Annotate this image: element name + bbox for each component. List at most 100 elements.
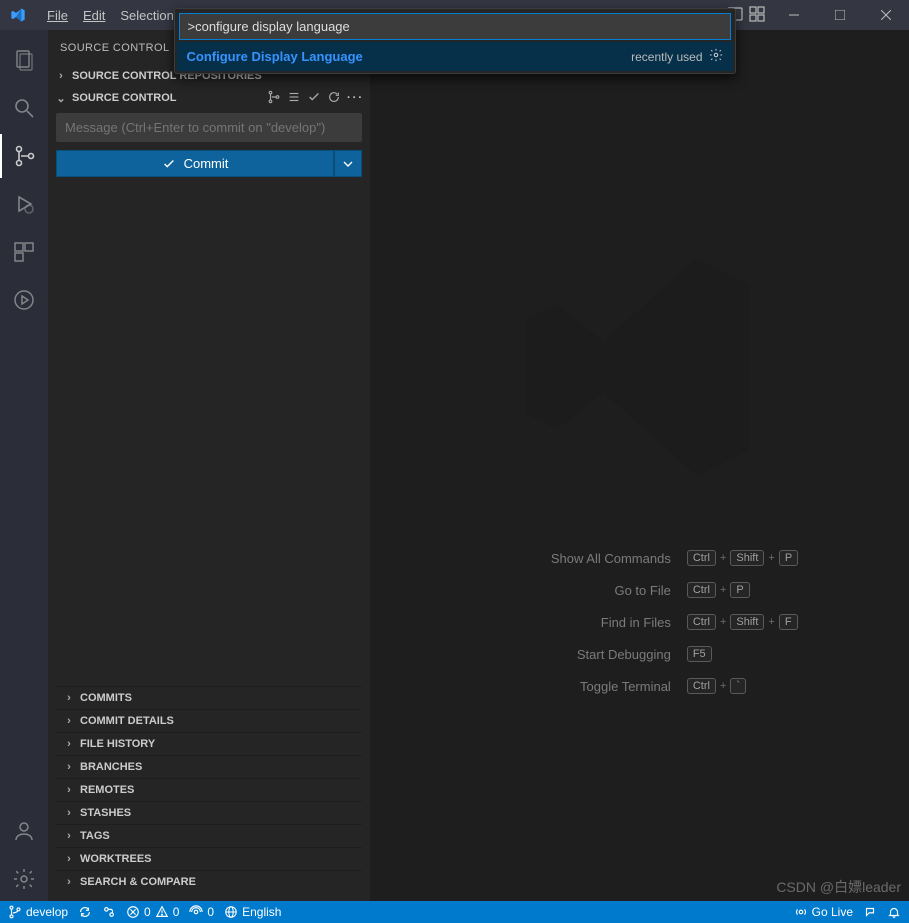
- activity-search[interactable]: [0, 86, 48, 130]
- activity-settings[interactable]: [0, 857, 48, 901]
- section-tags[interactable]: ›TAGS: [56, 824, 362, 847]
- help-row: Toggle Terminal Ctrl+`: [481, 678, 798, 694]
- help-row: Show All Commands Ctrl+Shift+P: [481, 550, 798, 566]
- status-error-count: 0: [144, 905, 151, 919]
- status-bell-icon[interactable]: [887, 905, 901, 919]
- refresh-icon[interactable]: [327, 90, 341, 107]
- view-as-tree-icon[interactable]: [267, 90, 281, 107]
- palette-result-meta: recently used: [631, 50, 702, 64]
- help-label: Go to File: [481, 583, 671, 598]
- command-palette-row[interactable]: Configure Display Language recently used: [177, 42, 733, 71]
- chevron-right-icon: ›: [62, 738, 76, 750]
- section-search-compare[interactable]: ›SEARCH & COMPARE: [56, 870, 362, 893]
- minimize-button[interactable]: [771, 0, 817, 30]
- help-label: Start Debugging: [481, 647, 671, 662]
- chevron-right-icon: ›: [62, 830, 76, 842]
- status-branch[interactable]: develop: [8, 905, 68, 919]
- kbd: P: [730, 582, 749, 598]
- section-file-history[interactable]: ›FILE HISTORY: [56, 732, 362, 755]
- command-palette: Configure Display Language recently used: [174, 8, 736, 74]
- help-label: Toggle Terminal: [481, 679, 671, 694]
- status-language[interactable]: English: [224, 905, 281, 919]
- sidebar: SOURCE CONTROL ··· › SOURCE CONTROL REPO…: [48, 30, 370, 901]
- chevron-right-icon: ›: [62, 692, 76, 704]
- status-feedback-icon[interactable]: [863, 905, 877, 919]
- app-logo-icon: [10, 7, 26, 23]
- commit-button[interactable]: Commit: [56, 150, 334, 177]
- section-commits[interactable]: ›COMMITS: [56, 686, 362, 709]
- statusbar: develop 0 0 0 English Go Live: [0, 901, 909, 923]
- command-palette-input[interactable]: [179, 13, 731, 40]
- palette-result-title: Configure Display Language: [187, 49, 363, 64]
- menu-file[interactable]: File: [40, 4, 75, 27]
- section-commit-details[interactable]: ›COMMIT DETAILS: [56, 709, 362, 732]
- chevron-right-icon: ›: [54, 70, 68, 82]
- activity-live[interactable]: [0, 278, 48, 322]
- section-scm-title: SOURCE CONTROL: [72, 92, 177, 104]
- help-label: Show All Commands: [481, 551, 671, 566]
- activity-debug[interactable]: [0, 182, 48, 226]
- activity-account[interactable]: [0, 809, 48, 853]
- status-ports[interactable]: 0: [189, 905, 214, 919]
- chevron-right-icon: ›: [62, 853, 76, 865]
- gear-icon[interactable]: [709, 48, 723, 65]
- status-golive[interactable]: Go Live: [794, 905, 853, 919]
- help-row: Go to File Ctrl+P: [481, 582, 798, 598]
- help-row: Start Debugging F5: [481, 646, 798, 662]
- status-ports-count: 0: [207, 905, 214, 919]
- section-worktrees[interactable]: ›WORKTREES: [56, 847, 362, 870]
- close-button[interactable]: [863, 0, 909, 30]
- status-problems[interactable]: 0 0: [126, 905, 179, 919]
- more-icon[interactable]: ···: [347, 92, 364, 104]
- kbd: Ctrl: [687, 678, 716, 694]
- editor-welcome: Show All Commands Ctrl+Shift+P Go to File C…: [370, 30, 909, 901]
- kbd: Shift: [730, 614, 764, 630]
- section-stashes[interactable]: ›STASHES: [56, 801, 362, 824]
- status-gitlens-icon[interactable]: [102, 905, 116, 919]
- section-remotes[interactable]: ›REMOTES: [56, 778, 362, 801]
- section-scm[interactable]: ⌄ SOURCE CONTROL ···: [48, 87, 370, 109]
- help-keys: Ctrl+Shift+F: [687, 614, 798, 630]
- kbd: Ctrl: [687, 614, 716, 630]
- maximize-button[interactable]: [817, 0, 863, 30]
- chevron-right-icon: ›: [62, 807, 76, 819]
- kbd: F: [779, 614, 798, 630]
- help-keys: F5: [687, 646, 712, 662]
- menu-edit[interactable]: Edit: [76, 4, 112, 27]
- section-branches[interactable]: ›BRANCHES: [56, 755, 362, 778]
- menubar: File Edit Selection: [40, 4, 181, 27]
- kbd: P: [779, 550, 798, 566]
- kbd: Ctrl: [687, 550, 716, 566]
- activity-explorer[interactable]: [0, 38, 48, 82]
- kbd: `: [730, 678, 746, 694]
- chevron-down-icon: ⌄: [54, 92, 68, 105]
- kbd: Ctrl: [687, 582, 716, 598]
- kbd: Shift: [730, 550, 764, 566]
- status-language-label: English: [242, 905, 281, 919]
- help-label: Find in Files: [481, 615, 671, 630]
- view-as-list-icon[interactable]: [287, 90, 301, 107]
- sidebar-title: SOURCE CONTROL: [60, 42, 170, 54]
- help-keys: Ctrl+Shift+P: [687, 550, 798, 566]
- help-row: Find in Files Ctrl+Shift+F: [481, 614, 798, 630]
- help-keys: Ctrl+P: [687, 582, 750, 598]
- kbd: F5: [687, 646, 712, 662]
- activity-extensions[interactable]: [0, 230, 48, 274]
- layout-grid-icon[interactable]: [749, 6, 765, 25]
- activity-scm[interactable]: [0, 134, 48, 178]
- chevron-right-icon: ›: [62, 761, 76, 773]
- status-warning-count: 0: [173, 905, 180, 919]
- activitybar: [0, 30, 48, 901]
- commit-message-input[interactable]: [56, 113, 362, 142]
- status-golive-label: Go Live: [812, 905, 853, 919]
- commit-dropdown[interactable]: [334, 150, 362, 177]
- window-controls: [771, 0, 909, 30]
- status-branch-name: develop: [26, 905, 68, 919]
- gitlens-sections: ›COMMITS›COMMIT DETAILS›FILE HISTORY›BRA…: [56, 686, 362, 893]
- vscode-watermark-icon: [510, 237, 770, 500]
- menu-selection[interactable]: Selection: [113, 4, 180, 27]
- help-keys: Ctrl+`: [687, 678, 746, 694]
- commit-check-icon[interactable]: [307, 90, 321, 107]
- status-sync[interactable]: [78, 905, 92, 919]
- chevron-right-icon: ›: [62, 784, 76, 796]
